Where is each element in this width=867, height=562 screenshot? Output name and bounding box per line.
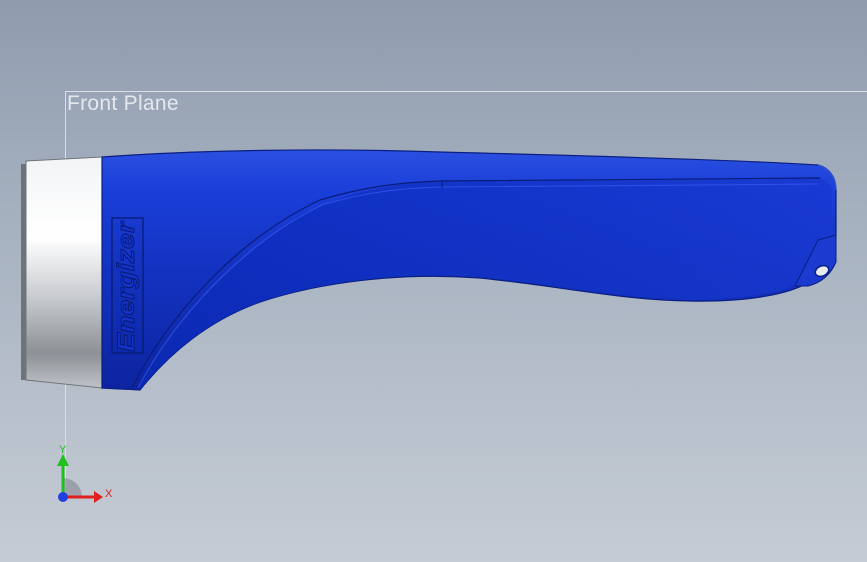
z-axis-dot	[58, 492, 68, 502]
flashlight-model[interactable]: Energizer	[0, 0, 867, 562]
graphics-viewport[interactable]: Front Plane Energizer Y X	[0, 0, 867, 562]
x-axis-arrow	[94, 491, 103, 503]
energizer-logo: Energizer	[111, 217, 144, 354]
bezel-surface	[25, 156, 103, 389]
x-axis-label: X	[105, 488, 113, 500]
logo-text: Energizer	[113, 220, 140, 352]
y-axis-label: Y	[59, 444, 67, 456]
bezel-ring[interactable]	[21, 156, 103, 389]
view-orientation-triad[interactable]: Y X	[50, 440, 120, 510]
